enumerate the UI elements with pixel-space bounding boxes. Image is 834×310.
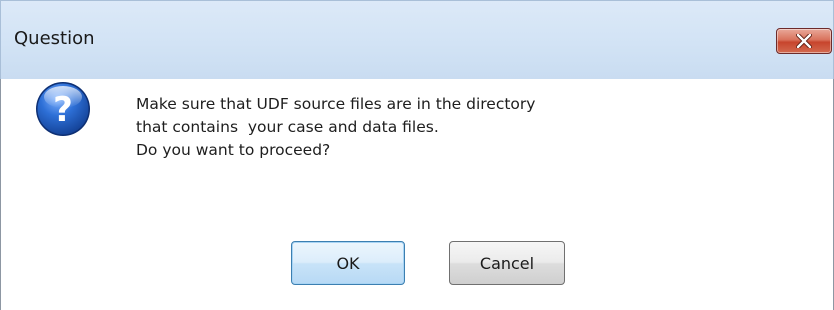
ok-button[interactable]: OK bbox=[291, 241, 405, 285]
message-line-2: that contains your case and data files. bbox=[136, 118, 439, 136]
window-title: Question bbox=[14, 28, 95, 49]
question-icon: ? bbox=[36, 82, 90, 136]
message-line-3: Do you want to proceed? bbox=[136, 141, 331, 159]
title-bar[interactable]: Question bbox=[0, 0, 834, 79]
close-button[interactable] bbox=[776, 28, 832, 54]
dialog-message: Make sure that UDF source files are in t… bbox=[136, 93, 776, 162]
question-dialog: Question ? Make sure that UDF source fil… bbox=[0, 0, 834, 310]
message-line-1: Make sure that UDF source files are in t… bbox=[136, 95, 536, 113]
close-icon bbox=[796, 34, 812, 48]
cancel-button[interactable]: Cancel bbox=[449, 241, 565, 285]
svg-text:?: ? bbox=[53, 90, 73, 130]
dialog-body: ? Make sure that UDF source files are in… bbox=[0, 79, 834, 310]
